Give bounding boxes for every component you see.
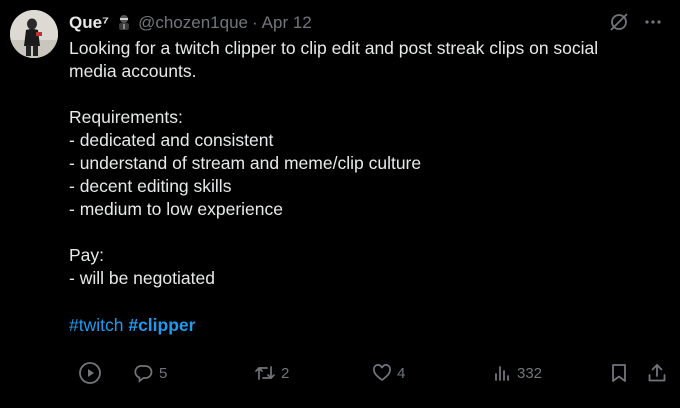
tweet-line: - medium to low experience [69,199,283,219]
repost-count: 2 [281,364,290,382]
tweet-line [69,83,659,106]
reply-icon [134,363,154,383]
hashtag-link[interactable]: #twitch [69,315,123,335]
like-count: 4 [397,364,406,382]
share-icon [646,362,668,384]
tweet-text: Looking for a twitch clipper to clip edi… [69,37,659,290]
like-icon [372,363,392,383]
reply-count: 5 [159,364,168,382]
play-icon [78,361,102,385]
avatar-photo [10,10,58,58]
ninja-emoji-icon [116,14,132,32]
grok-slash-icon[interactable] [608,11,630,38]
tweet-top-actions [608,11,662,38]
tweet-line: Pay: [69,245,105,265]
hashtags: #twitch #clipper [69,314,195,337]
view-count: 332 [517,364,543,382]
tweet-line: - will be negotiated [69,268,215,288]
tweet-line: media accounts. [69,61,197,81]
avatar[interactable] [10,10,58,58]
display-name[interactable]: Que⁷ [69,13,109,33]
tweet-line: - decent editing skills [69,176,232,196]
reply-button[interactable]: 5 [134,360,167,386]
more-icon[interactable] [644,13,662,36]
like-button[interactable]: 4 [372,360,405,386]
tweet-line: - understand of stream and meme/clip cul… [69,153,422,173]
play-button[interactable] [78,360,102,386]
share-button[interactable] [646,360,668,386]
hashtag-link[interactable]: #clipper [128,315,195,335]
tweet-header: Que⁷ @chozen1que · Apr 12 [69,11,312,35]
tweet-line: Looking for a twitch clipper to clip edi… [69,38,599,58]
views-icon [492,363,512,383]
separator-dot: · [251,13,258,32]
tweet-date[interactable]: Apr 12 [262,13,312,33]
repost-icon [254,363,276,383]
tweet-line [69,221,659,244]
tweet-actions: 5 2 4 332 [0,360,680,386]
handle[interactable]: @chozen1que [138,13,248,33]
tweet-line: Requirements: [69,107,183,127]
views-button[interactable]: 332 [492,360,542,386]
tweet-line: - dedicated and consistent [69,130,274,150]
repost-button[interactable]: 2 [254,360,289,386]
bookmark-button[interactable] [609,360,629,386]
bookmark-icon [609,362,629,384]
